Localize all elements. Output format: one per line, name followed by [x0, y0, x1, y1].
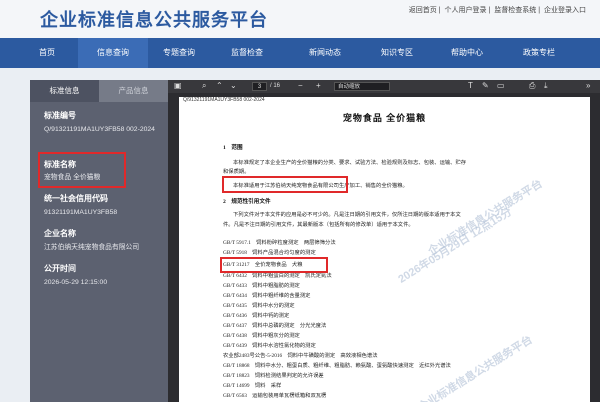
- company-name-value: 江苏伯纳天纯宠物食品有限公司: [44, 244, 140, 251]
- ref-item: GB/T 14699 饲料 采样: [223, 383, 282, 389]
- highlight-dog-food-reference: [220, 257, 328, 273]
- ref-item: GB/T 6436 饲料中钙的测定: [223, 313, 290, 319]
- nav-knowledge[interactable]: 知识专区: [362, 38, 432, 68]
- doc-title: 宠物食品 全价猫粮: [342, 113, 427, 123]
- ref-item: GB/T 5917.1 饲料粉碎粒度测定 两层筛筛分法: [223, 240, 336, 246]
- info-tabs: 标准信息 产品信息: [30, 80, 168, 102]
- nav-topic-query[interactable]: 专题查询: [144, 38, 214, 68]
- section-references: 2 规范性引用文件: [223, 199, 271, 205]
- ref-item: GB/T 18868 饲料中水分、粗蛋白质、粗纤维、粗脂肪、赖氨酸、蛋氨酸快速测…: [223, 363, 451, 369]
- link-home[interactable]: 返回首页: [409, 7, 437, 14]
- pdf-viewer: ▣ ⌕ ⌃ ⌄ 3 / 16 − + 自动缩放 T ✎ ▭ ⎙ ⤓ » Q/91…: [168, 80, 600, 402]
- highlight-standard-name: [38, 152, 126, 188]
- main-nav: 首页 信息查询 专题查询 监督检查 新闻动态 知识专区 帮助中心 政策专栏: [0, 38, 600, 68]
- chevron-down-icon[interactable]: ⌄: [230, 81, 237, 91]
- ref-item: GB/T 6438 饲料中粗灰分的测定: [223, 333, 300, 339]
- ref-item: GB/T 6435 饲料中水分的测定: [223, 303, 295, 309]
- nav-supervision[interactable]: 监督检查: [212, 38, 282, 68]
- page-number-input[interactable]: 3: [252, 82, 267, 91]
- nav-info-query[interactable]: 信息查询: [78, 38, 148, 68]
- para-ref-2: 件。凡是不注日期的引用文件，其最新版本（包括所有的修改单）适用于本文件。: [223, 222, 414, 228]
- doc-header: Q/91321191MA1UY3FB58 002-2024: [183, 97, 265, 103]
- image-tool-icon[interactable]: ▭: [497, 81, 505, 91]
- section-scope: 1 范围: [223, 145, 243, 151]
- ref-item: GB/T 6439 饲料中水溶性氯化物的测定: [223, 343, 316, 349]
- ref-item: GB/T 6437 饲料中总磷的测定 分光光度法: [223, 323, 327, 329]
- sidebar-toggle-icon[interactable]: ▣: [174, 81, 182, 91]
- zoom-out-icon[interactable]: −: [298, 81, 303, 91]
- credit-code-label: 统一社会信用代码: [44, 194, 108, 203]
- pdf-toolbar: ▣ ⌕ ⌃ ⌄ 3 / 16 − + 自动缩放 T ✎ ▭ ⎙ ⤓ »: [168, 80, 600, 93]
- para-scope-1: 本标准规定了本企业生产的全价猫粮的分类、要求、试验方法、检验规则及标志、包装、运…: [233, 160, 467, 166]
- nav-help[interactable]: 帮助中心: [432, 38, 502, 68]
- tab-standard-info[interactable]: 标准信息: [30, 80, 99, 102]
- nav-news[interactable]: 新闻动态: [290, 38, 360, 68]
- search-icon[interactable]: ⌕: [202, 81, 206, 91]
- ref-item: GB/T 5918 饲料产品混合均匀度的测定: [223, 250, 316, 256]
- link-personal-login[interactable]: 个人用户登录: [444, 7, 486, 14]
- site-header: 企业标准信息公共服务平台 返回首页 | 个人用户登录 | 监督检查系统 | 企业登录入…: [0, 0, 600, 38]
- ref-item: GB/T 6434 饲料中粗纤维的含量测定: [223, 293, 311, 299]
- ref-item: GB/T 18823 饲料检测结果判定的允许误差: [223, 373, 324, 379]
- site-title: 企业标准信息公共服务平台: [40, 10, 268, 30]
- pdf-page: Q/91321191MA1UY3FB58 002-2024 宠物食品 全价猫粮 …: [179, 97, 590, 402]
- nav-home[interactable]: 首页: [12, 38, 82, 68]
- nav-policy[interactable]: 政策专栏: [504, 38, 574, 68]
- para-ref-1: 下列文件对于本文件的应用是必不可少的。凡是注日期的引用文件，仅所注日期的版本适用…: [233, 212, 461, 218]
- text-tool-icon[interactable]: T: [468, 81, 473, 91]
- credit-code-value: 91321191MA1UY3FB58: [44, 209, 118, 216]
- ref-item: GB/T 6433 饲料中粗脂肪的测定: [223, 283, 300, 289]
- zoom-in-icon[interactable]: +: [316, 81, 321, 91]
- top-links: 返回首页 | 个人用户登录 | 监督检查系统 | 企业登录入口: [408, 7, 586, 14]
- ref-item: 农业部2483号公告-5-2016 饲料中牛磺酸的测定 高效液相色谱法: [223, 353, 378, 359]
- standard-number-label: 标准编号: [44, 111, 76, 120]
- page-total: / 16: [270, 83, 281, 89]
- draw-tool-icon[interactable]: ✎: [482, 81, 489, 91]
- chevron-up-icon[interactable]: ⌃: [216, 81, 223, 91]
- tab-product-info[interactable]: 产品信息: [99, 80, 168, 102]
- info-panel: 标准信息 产品信息 标准编号 Q/91321191MA1UY3FB58 002-…: [30, 80, 168, 402]
- standard-number-value: Q/91321191MA1UY3FB58 002-2024: [44, 126, 155, 133]
- ref-item: GB/T 6563 运输包装用单瓦楞纸箱和双瓦楞: [223, 393, 327, 399]
- print-icon[interactable]: ⎙: [529, 81, 535, 91]
- link-enterprise-login[interactable]: 企业登录入口: [544, 7, 586, 14]
- company-name-label: 企业名称: [44, 229, 76, 238]
- zoom-select[interactable]: 自动缩放: [334, 82, 390, 91]
- publish-time-value: 2026-05-29 12:15:00: [44, 279, 108, 286]
- download-icon[interactable]: ⤓: [544, 81, 548, 91]
- highlight-scope-statement: [222, 176, 348, 193]
- publish-time-label: 公开时间: [44, 264, 76, 273]
- link-supervision-system[interactable]: 监督检查系统: [494, 7, 536, 14]
- more-icon[interactable]: »: [586, 81, 590, 91]
